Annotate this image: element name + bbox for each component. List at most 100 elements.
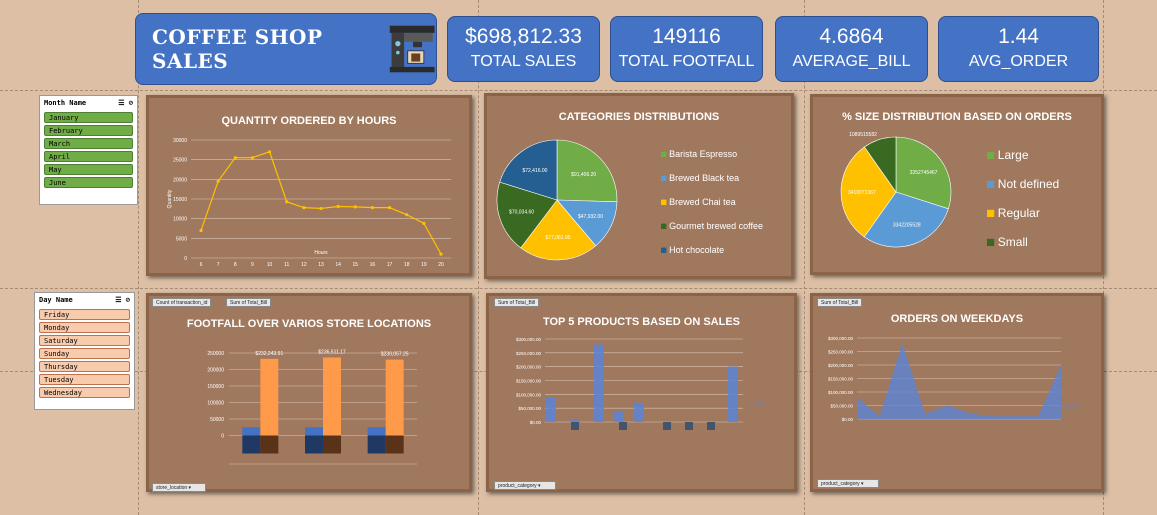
legend-label: Not defined <box>998 177 1059 191</box>
y-tick-label: 25000 <box>173 158 187 164</box>
multi-select-icon[interactable]: ☰ <box>115 296 121 304</box>
data-label: $47,932.00 <box>578 214 603 220</box>
kpi-average-bill: 4.6864 AVERAGE_BILL <box>775 16 928 82</box>
data-point <box>405 213 409 217</box>
day-slicer: Day Name ☰ ⊘ Friday Monday Saturday Sunday T… <box>34 292 135 410</box>
slicer-item[interactable]: June <box>44 177 133 188</box>
x-tick-label: 20 <box>438 262 444 268</box>
slicer-title: Day Name <box>39 296 73 304</box>
bar <box>305 435 323 454</box>
legend-swatch <box>661 223 667 229</box>
data-point <box>199 228 203 233</box>
top-products-panel[interactable]: Sum of Total_Bill TOP 5 PRODUCTS BASED O… <box>486 293 797 492</box>
axis-field-dropdown[interactable]: store_location ▾ <box>152 483 206 492</box>
pie-slice <box>556 139 618 203</box>
legend-swatch <box>661 247 667 253</box>
grid-line <box>0 90 1157 91</box>
data-point <box>267 150 272 154</box>
kpi-total-sales: $698,812.33 TOTAL SALES <box>447 16 600 82</box>
slicer-item[interactable]: Saturday <box>39 335 130 346</box>
bar <box>571 422 579 430</box>
slicer-item[interactable]: Friday <box>39 309 130 320</box>
legend-label: Small <box>998 235 1028 249</box>
bar <box>305 427 323 436</box>
data-label: $72,416.00 <box>522 168 547 174</box>
data-label: 3342205528 <box>893 222 921 228</box>
slicer-item[interactable]: Thursday <box>39 361 130 372</box>
dropdown-arrow-icon: ▾ <box>538 483 541 489</box>
slicer-item[interactable]: February <box>44 125 133 136</box>
x-tick-label: 10 <box>267 262 273 268</box>
kpi-value: 4.6864 <box>819 25 884 48</box>
x-tick-label: 12 <box>301 262 307 268</box>
y-tick-label: $50,000.00 <box>830 404 853 409</box>
y-axis-title: Quantity <box>167 189 173 208</box>
slicer-item[interactable]: Tuesday <box>39 374 130 385</box>
x-tick-label: 15 <box>353 262 359 268</box>
kpi-avg-order: 1.44 AVG_ORDER <box>938 16 1099 82</box>
weekdays-panel[interactable]: Sum of Total_Bill ORDERS ON WEEKDAYS $0.… <box>810 293 1104 492</box>
bar <box>260 358 279 436</box>
weekdays-area-chart: $0.00 $50,000.00 $100,000.00 $150,000.00 $20… <box>828 336 1080 422</box>
bar <box>323 357 341 436</box>
slicer-item[interactable]: Wednesday <box>39 387 130 398</box>
kpi-label: TOTAL SALES <box>470 53 577 70</box>
slicer-item[interactable]: May <box>44 164 133 175</box>
data-point <box>302 206 306 210</box>
slicer-header: Day Name ☰ ⊘ <box>35 293 134 307</box>
bar <box>570 419 580 422</box>
bar <box>323 435 341 454</box>
clear-filter-icon[interactable]: ⊘ <box>129 99 133 107</box>
store-bar-chart: 0 50000 100000 150000 200000 250000 $232,243.9… <box>207 349 417 465</box>
slicer-item[interactable]: Monday <box>39 322 130 333</box>
bar <box>367 427 386 436</box>
legend-label: Barista Espresso <box>669 149 737 159</box>
slicer-title: Month Name <box>44 99 87 107</box>
data-label: $236,511.17 <box>318 349 346 355</box>
data-point <box>387 206 392 210</box>
bar <box>242 435 261 454</box>
y-tick-label: $300,000.00 <box>516 337 542 342</box>
categories-panel[interactable]: CATEGORIES DISTRIBUTIONS $91,406.20 $47,9… <box>484 93 794 279</box>
data-point <box>233 156 237 160</box>
y-tick-label: 5000 <box>176 236 187 242</box>
bar <box>242 427 261 436</box>
x-tick-label: 14 <box>335 262 341 268</box>
x-tick-label: 18 <box>404 262 410 268</box>
axis-field-dropdown[interactable]: product_category ▾ <box>817 479 879 488</box>
data-point <box>439 252 443 256</box>
kpi-value: 149116 <box>652 25 721 48</box>
data-point <box>422 221 426 225</box>
kpi-label: TOTAL FOOTFALL <box>618 53 755 70</box>
multi-select-icon[interactable]: ☰ <box>118 99 124 107</box>
legend-swatch <box>661 175 667 181</box>
slicer-item[interactable]: January <box>44 112 133 123</box>
slicer-items: Friday Monday Saturday Sunday Thursday Tuesda… <box>35 309 134 398</box>
y-tick-label: $50,000.00 <box>518 406 541 411</box>
size-distribution-panel[interactable]: % SIZE DISTRIBUTION BASED ON ORDERS 3352… <box>810 94 1104 275</box>
legend-label: Large <box>998 148 1029 162</box>
bar <box>619 422 627 430</box>
slicer-item[interactable]: March <box>44 138 133 149</box>
data-label: 1089515582 <box>849 132 877 138</box>
bar <box>685 422 693 430</box>
store-footfall-panel[interactable]: Count of transaction_id Sum of Total_Bil… <box>146 293 472 492</box>
quantity-by-hours-panel[interactable]: QUANTITY ORDERED BY HOURS 0 5000 10000 1500… <box>146 95 472 276</box>
clear-filter-icon[interactable]: ⊘ <box>126 296 130 304</box>
axis-field-label: product_category <box>498 483 537 489</box>
y-tick-label: $200,000.00 <box>516 365 542 370</box>
slicer-item[interactable]: Sunday <box>39 348 130 359</box>
y-tick-label: 100000 <box>207 401 224 407</box>
axis-field-dropdown[interactable]: product_category ▾ <box>494 481 556 490</box>
y-tick-label: $0.00 <box>530 420 542 425</box>
dashboard-title-text: COFFEE SHOP SALES <box>152 25 323 73</box>
area-series <box>857 343 1061 419</box>
y-tick-label: 15000 <box>173 197 187 203</box>
dropdown-arrow-icon: ▾ <box>188 485 192 491</box>
kpi-label: AVG_ORDER <box>968 53 1069 70</box>
slicer-header: Month Name ☰ ⊘ <box>40 96 137 110</box>
legend-swatch <box>661 151 667 157</box>
slicer-item[interactable]: April <box>44 151 133 162</box>
data-point <box>336 204 340 209</box>
bar <box>260 435 279 454</box>
